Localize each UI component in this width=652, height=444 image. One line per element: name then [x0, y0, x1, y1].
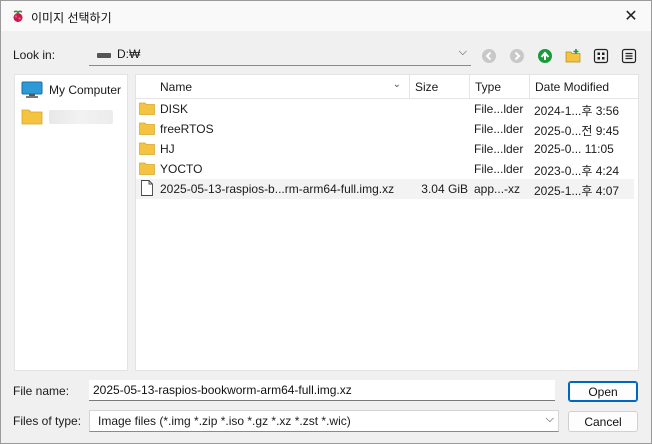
cell-name: HJ — [160, 142, 175, 156]
folder-icon — [139, 122, 155, 135]
cell-type: app...-xz — [474, 182, 521, 196]
sidebar-item-my-computer[interactable]: My Computer — [19, 78, 127, 102]
chevron-down-icon: ⌵ — [545, 413, 554, 425]
cell-name: DISK — [160, 102, 189, 116]
title-bar: 이미지 선택하기 ✕ — [1, 1, 651, 31]
redacted-folder-label — [49, 110, 113, 124]
parent-directory-icon — [538, 49, 552, 63]
table-row[interactable]: 2025-05-13-raspios-b...rm-arm64-full.img… — [136, 179, 634, 199]
look-in-label: Look in: — [13, 48, 56, 62]
cell-name: freeRTOS — [160, 122, 214, 136]
table-row[interactable]: DISK File...lder 2024-1...후 3:56 — [136, 99, 634, 119]
forward-icon — [510, 49, 524, 63]
sidebar-item-folder[interactable] — [19, 105, 127, 129]
computer-icon — [21, 81, 43, 98]
cell-name: YOCTO — [160, 162, 203, 176]
detail-view-button[interactable] — [618, 45, 640, 67]
cell-type: File...lder — [474, 102, 524, 116]
table-row[interactable]: freeRTOS File...lder 2025-0...전 9:45 — [136, 119, 634, 139]
cell-name: 2025-05-13-raspios-b...rm-arm64-full.img… — [160, 182, 395, 196]
chevron-down-icon: ⌵ — [458, 46, 467, 58]
file-type-label: Files of type: — [13, 414, 82, 428]
folder-icon — [21, 109, 43, 125]
close-button[interactable]: ✕ — [611, 1, 651, 31]
file-dialog: 이미지 선택하기 ✕ Look in: D:₩ ⌵ My Computer Na… — [0, 0, 652, 444]
cell-type: File...lder — [474, 142, 524, 156]
detail-view-icon — [621, 48, 637, 64]
parent-directory-button[interactable] — [534, 45, 556, 67]
cell-date: 2025-0... 11:05 — [534, 142, 614, 156]
back-button[interactable] — [478, 45, 500, 67]
cell-date: 2025-1...후 4:07 — [534, 184, 620, 198]
table-row[interactable]: HJ File...lder 2025-0... 11:05 — [136, 139, 634, 159]
folder-icon — [139, 102, 155, 115]
cancel-button[interactable]: Cancel — [568, 411, 638, 432]
folder-icon — [139, 142, 155, 155]
window-title: 이미지 선택하기 — [31, 11, 112, 25]
column-size[interactable]: Size — [410, 75, 470, 99]
folder-icon — [139, 162, 155, 175]
close-icon: ✕ — [624, 8, 638, 25]
raspberry-app-icon — [13, 10, 23, 22]
list-view-button[interactable] — [590, 45, 612, 67]
cell-type: File...lder — [474, 122, 524, 136]
list-view-icon — [593, 48, 609, 64]
sort-chevron-icon: ⌄ — [392, 79, 401, 90]
file-type-select[interactable]: Image files (*.img *.zip *.iso *.gz *.xz… — [89, 410, 559, 432]
column-date-modified[interactable]: Date Modified — [530, 75, 638, 99]
cell-date: 2025-0...전 9:45 — [534, 124, 620, 138]
file-type-value: Image files (*.img *.zip *.iso *.gz *.xz… — [98, 414, 351, 428]
cell-date: 2023-0...후 4:24 — [534, 164, 620, 178]
column-name[interactable]: Name ⌄ — [136, 75, 410, 99]
sidebar-item-label: My Computer — [49, 83, 122, 97]
file-list: Name ⌄ Size Type Date Modified DISK File… — [135, 74, 639, 371]
table-row[interactable]: YOCTO File...lder 2023-0...후 4:24 — [136, 159, 634, 179]
column-header: Name ⌄ Size Type Date Modified — [136, 75, 638, 99]
cell-type: File...lder — [474, 162, 524, 176]
back-icon — [482, 49, 496, 63]
new-folder-icon — [565, 49, 581, 63]
drive-icon — [97, 53, 111, 58]
sidebar: My Computer — [14, 74, 128, 371]
file-name-label: File name: — [13, 384, 70, 398]
column-type[interactable]: Type — [470, 75, 530, 99]
file-icon — [141, 180, 153, 196]
cell-date: 2024-1...후 3:56 — [534, 104, 620, 118]
open-button[interactable]: Open — [568, 381, 638, 402]
cell-size: 3.04 GiB — [421, 182, 468, 196]
look-in-value: D:₩ — [117, 47, 141, 61]
forward-button[interactable] — [506, 45, 528, 67]
file-name-input[interactable] — [89, 380, 555, 401]
look-in-combo[interactable]: D:₩ ⌵ — [89, 44, 471, 66]
new-folder-button[interactable] — [562, 45, 584, 67]
